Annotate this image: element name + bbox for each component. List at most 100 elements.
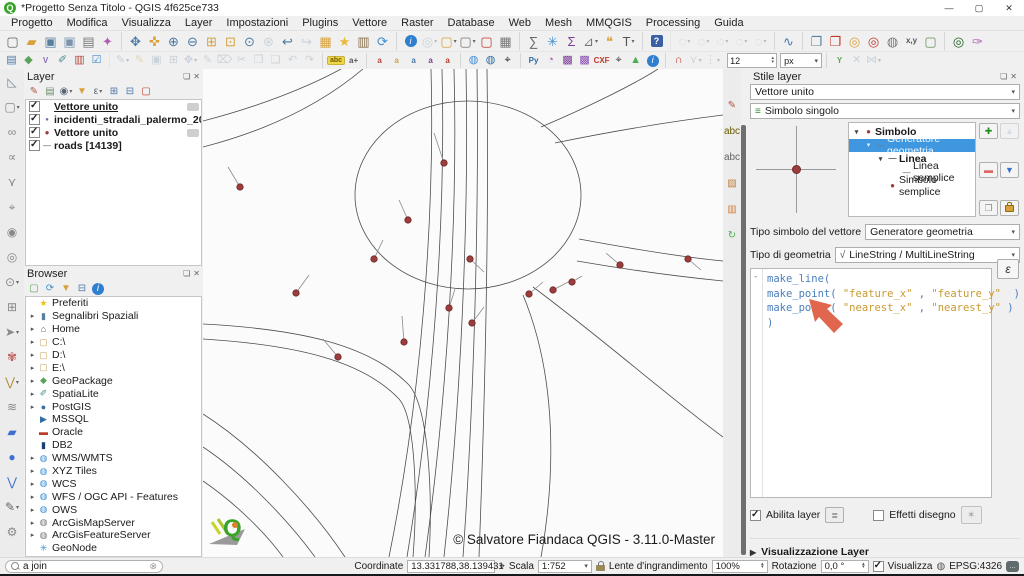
- messages-icon[interactable]: …: [1006, 561, 1019, 572]
- collapse-browser-icon[interactable]: ⊟: [74, 282, 90, 296]
- expression-editor[interactable]: - make_line(make_point( "feature_x" , "f…: [750, 268, 992, 498]
- duplicate-symbol-layer-button[interactable]: ❐: [979, 200, 998, 216]
- expand-arrow-icon[interactable]: ▸: [28, 493, 37, 501]
- expand-arrow-icon[interactable]: ▾: [863, 141, 874, 149]
- expand-arrow-icon[interactable]: ▸: [28, 325, 37, 333]
- clear-search-icon[interactable]: ⊗: [149, 561, 157, 572]
- extent-capture-icon[interactable]: ▢: [921, 32, 940, 50]
- join-tool-icon[interactable]: ∞: [3, 123, 22, 141]
- plugin-icon-2[interactable]: ▩: [559, 53, 576, 68]
- menu-item[interactable]: Progetto: [4, 17, 60, 29]
- browser-item[interactable]: ▸ ◍ ArcGisMapServer: [26, 516, 201, 529]
- spinbox-steppers[interactable]: ▴▾: [772, 57, 775, 64]
- new-spatial-bookmark-icon[interactable]: ★: [335, 32, 354, 50]
- copy-style-icon[interactable]: ❐: [802, 32, 826, 50]
- menu-item[interactable]: Plugins: [295, 17, 345, 29]
- spinbox-steppers[interactable]: ▴▾: [862, 563, 865, 570]
- menu-item[interactable]: Modifica: [60, 17, 115, 29]
- tab-symbology-icon[interactable]: ✎: [724, 97, 740, 115]
- expand-arrow-icon[interactable]: ▶: [750, 548, 756, 557]
- redo-icon[interactable]: ↷: [301, 53, 318, 68]
- browser-item[interactable]: ▸ ◍ WMS/WMTS: [26, 452, 201, 465]
- save-edits-icon[interactable]: ▣: [148, 53, 165, 68]
- float-panel-icon[interactable]: ❏: [183, 269, 190, 278]
- layer-row[interactable]: ● incidenti_stradali_palermo_2018 [: [26, 113, 201, 126]
- extent-toggle-icon[interactable]: ⌖: [499, 561, 505, 572]
- circle-outline-icon[interactable]: ◎: [3, 248, 22, 266]
- expand-arrow-icon[interactable]: ▸: [28, 531, 37, 539]
- highlight-labels-icon[interactable]: a: [388, 53, 405, 68]
- layer-visibility-checkbox[interactable]: [29, 127, 40, 138]
- zoom-to-selection-icon[interactable]: ⊡: [221, 32, 240, 50]
- blue-v-icon[interactable]: ⋁: [3, 473, 22, 491]
- new-geopackage-icon[interactable]: ◆: [20, 53, 37, 68]
- expand-all-icon[interactable]: ⊞: [106, 85, 122, 99]
- open-layer-styling-icon[interactable]: ✎: [26, 85, 42, 99]
- maximize-button[interactable]: ▢: [964, 0, 994, 16]
- scale-lock-icon[interactable]: [596, 565, 605, 571]
- expand-arrow-icon[interactable]: ▸: [28, 364, 37, 372]
- snapping-icon[interactable]: ∩: [665, 53, 687, 68]
- globe-tool-icon[interactable]: ◍: [883, 32, 902, 50]
- current-edits-icon[interactable]: ✎: [109, 53, 131, 68]
- data-source-manager-icon[interactable]: ▤: [3, 53, 20, 68]
- paint-v-icon[interactable]: ⋁: [3, 373, 22, 391]
- v-digitize-icon[interactable]: ⋎: [3, 173, 22, 191]
- settings-gear-icon[interactable]: ⚙: [3, 523, 22, 541]
- expand-arrow-icon[interactable]: ▸: [28, 390, 37, 398]
- show-bookmarks-icon[interactable]: ▥: [354, 32, 373, 50]
- check-validity-icon[interactable]: ☑: [88, 53, 105, 68]
- layer-row[interactable]: Vettore unito: [26, 100, 201, 113]
- digitize-circle-icon-3[interactable]: ◌: [713, 32, 732, 50]
- spinbox-steppers[interactable]: ▴▾: [761, 563, 764, 570]
- zoom-to-layer-icon[interactable]: ⊙: [240, 32, 259, 50]
- draw-effects-checkbox[interactable]: [873, 510, 884, 521]
- close-button[interactable]: ✕: [994, 0, 1024, 16]
- lock-symbol-color-button[interactable]: [1000, 200, 1019, 216]
- extent-select-icon[interactable]: ▢: [3, 98, 22, 116]
- tracing-icon[interactable]: Y: [826, 53, 848, 68]
- locator-search-box[interactable]: a join ⊗: [5, 560, 163, 573]
- menu-item[interactable]: Web: [502, 17, 538, 29]
- menu-item[interactable]: Mesh: [538, 17, 579, 29]
- browser-properties-icon[interactable]: i: [90, 282, 106, 296]
- layer-visibility-checkbox[interactable]: [29, 114, 40, 125]
- add-symbol-layer-button[interactable]: ✚: [979, 123, 998, 139]
- zoom-full-icon[interactable]: ⊞: [202, 32, 221, 50]
- temporal-controller-icon[interactable]: ∿: [774, 32, 798, 50]
- expand-arrow-icon[interactable]: ▸: [28, 351, 37, 359]
- snapping-unit-dropdown[interactable]: px ▾: [780, 53, 822, 68]
- browser-item[interactable]: ▬ Oracle: [26, 426, 201, 439]
- menu-item[interactable]: Visualizza: [115, 17, 178, 29]
- collapse-all-icon[interactable]: ⊟: [122, 85, 138, 99]
- add-feature-icon[interactable]: ⊞: [165, 53, 182, 68]
- move-symbol-up-button[interactable]: ▲: [1000, 123, 1019, 139]
- map-styling-icon[interactable]: ✑: [968, 32, 987, 50]
- metasearch-icon[interactable]: ◍: [460, 53, 482, 68]
- layer-visibility-checkbox[interactable]: [29, 101, 40, 112]
- browser-item[interactable]: ▸ ◍ WFS / OGC API - Features: [26, 490, 201, 503]
- strokes-icon[interactable]: ≋: [3, 398, 22, 416]
- cut-features-icon[interactable]: ✂: [233, 53, 250, 68]
- save-project-as-icon[interactable]: ▣: [60, 32, 79, 50]
- snapping-tolerance-spinbox[interactable]: 12 ▴▾: [727, 53, 777, 68]
- browser-item[interactable]: ▸ ◍ ArcGisFeatureServer: [26, 529, 201, 542]
- new-spatialite-icon[interactable]: ✐: [54, 53, 71, 68]
- statistical-summary-icon[interactable]: Σ: [562, 32, 581, 50]
- expand-arrow-icon[interactable]: ▸: [28, 467, 37, 475]
- modify-attributes-icon[interactable]: ✎: [199, 53, 216, 68]
- pan-to-selection-icon[interactable]: ✜: [145, 32, 164, 50]
- browser-item[interactable]: ▸ ◍ XYZ Tiles: [26, 465, 201, 478]
- grid-tool-icon[interactable]: ⊞: [3, 298, 22, 316]
- browser-item[interactable]: ▸ ◍ OWS: [26, 503, 201, 516]
- expand-arrow-icon[interactable]: ▸: [28, 506, 37, 514]
- data-defined-override-button[interactable]: ≣: [825, 507, 844, 523]
- add-group-icon[interactable]: ▤: [42, 85, 58, 99]
- browser-item[interactable]: ▸ ◆ GeoPackage: [26, 374, 201, 387]
- renderer-dropdown[interactable]: ≡ Simbolo singolo ▾: [750, 103, 1020, 119]
- new-virtual-layer-icon[interactable]: ▥: [71, 53, 88, 68]
- float-panel-icon[interactable]: ❏: [183, 72, 190, 81]
- measure-icon[interactable]: ⊿: [581, 32, 600, 50]
- menu-item[interactable]: Processing: [639, 17, 707, 29]
- open-project-icon[interactable]: ▰: [22, 32, 41, 50]
